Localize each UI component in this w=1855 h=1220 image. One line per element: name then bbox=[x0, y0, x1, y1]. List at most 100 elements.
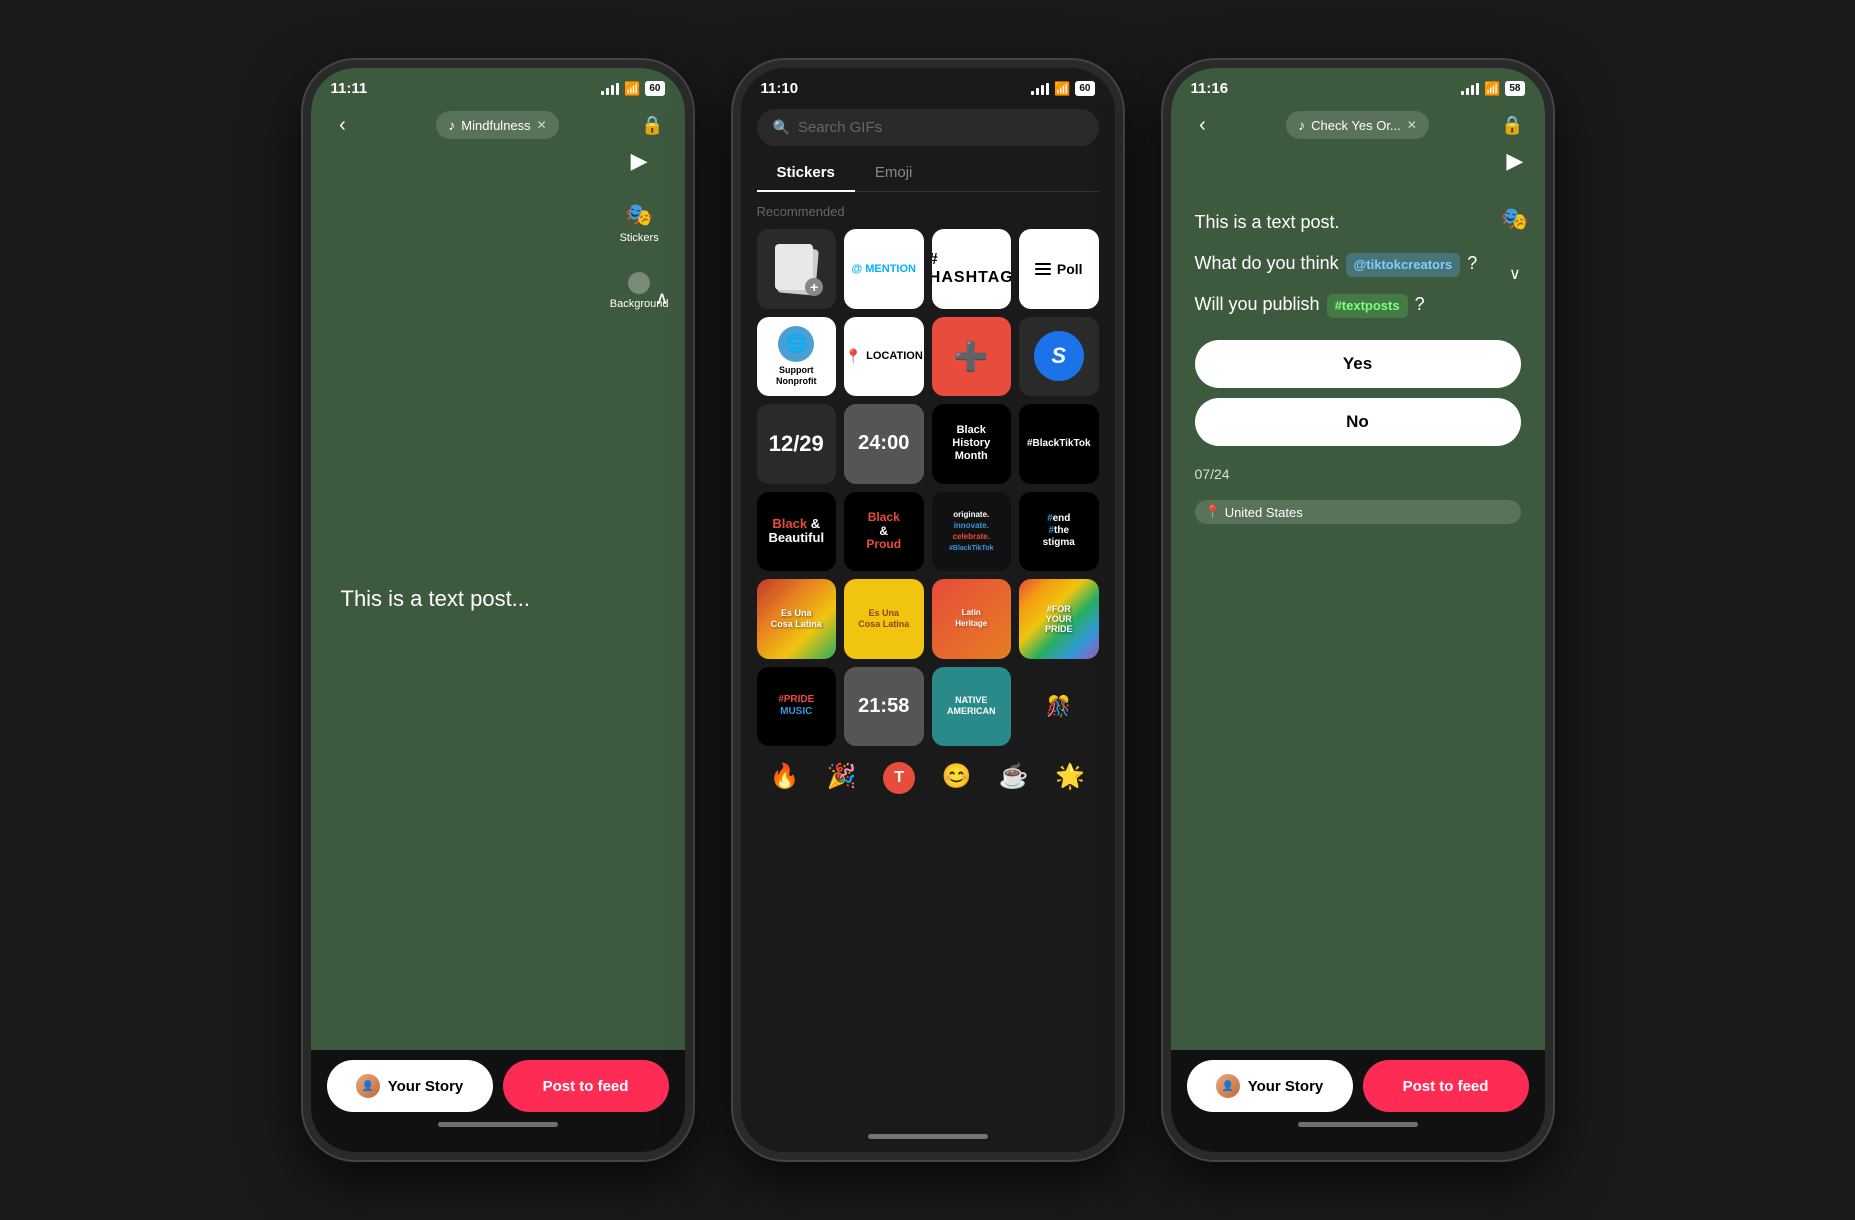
your-story-label-1: Your Story bbox=[388, 1078, 464, 1095]
sticker-mention-2[interactable]: @ MENTION bbox=[844, 229, 924, 309]
sticker-hashtag-2[interactable]: # HASHTAG bbox=[932, 229, 1012, 309]
stickers-button-1[interactable]: 🎭 Stickers bbox=[620, 202, 659, 244]
music-tag-close-1[interactable]: ✕ bbox=[537, 118, 547, 132]
phone-2: 11:10 📶 60 🔍 Search GIFs Stickers bbox=[733, 60, 1123, 1160]
lock-button-1[interactable]: 🔒 bbox=[637, 109, 669, 141]
sticker-date-2[interactable]: 12/29 bbox=[757, 404, 837, 484]
emoji-t-2[interactable]: T bbox=[883, 762, 915, 794]
poll-yes-button-3[interactable]: Yes bbox=[1195, 340, 1521, 388]
avatar-1: 👤 bbox=[356, 1074, 380, 1098]
status-icons-3: 📶 58 bbox=[1461, 81, 1524, 97]
tiktok-tag-3[interactable]: @tiktokcreators bbox=[1346, 253, 1461, 277]
home-bar-1 bbox=[438, 1122, 558, 1127]
your-story-button-1[interactable]: 👤 Your Story bbox=[327, 1060, 493, 1112]
location-label-3: United States bbox=[1225, 505, 1303, 520]
sticker-bp-2[interactable]: Black&Proud bbox=[844, 492, 924, 572]
status-bar-2: 11:10 📶 60 bbox=[741, 68, 1115, 101]
search-icon-2: 🔍 bbox=[773, 119, 790, 136]
back-button-3[interactable]: ‹ bbox=[1187, 109, 1219, 141]
sticker-grid-2: + @ MENTION # HASHTAG bbox=[757, 229, 1099, 746]
home-bar-3 bbox=[1298, 1122, 1418, 1127]
time-3: 11:16 bbox=[1191, 80, 1229, 97]
tab-stickers-2[interactable]: Stickers bbox=[757, 154, 855, 191]
wifi-icon-3: 📶 bbox=[1484, 81, 1500, 97]
home-bar-2 bbox=[868, 1134, 988, 1139]
play-icon-1: ▶ bbox=[631, 148, 648, 174]
music-tag-1[interactable]: ♪ Mindfulness ✕ bbox=[436, 111, 558, 139]
sticker-native-2[interactable]: NATIVEAMERICAN bbox=[932, 667, 1012, 747]
status-bar-1: 11:11 📶 60 bbox=[311, 68, 685, 101]
emoji-coffee-2[interactable]: ☕ bbox=[999, 762, 1029, 794]
signal-icon-1 bbox=[601, 83, 619, 95]
chevron-down-icon-3: ∨ bbox=[1509, 264, 1521, 284]
tab-row-2: Stickers Emoji bbox=[757, 154, 1099, 192]
location-tag-3: 📍 United States bbox=[1195, 500, 1521, 524]
emoji-smile-2[interactable]: 😊 bbox=[942, 762, 972, 794]
sticker-blacktiktok-2[interactable]: #BlackTikTok bbox=[1019, 404, 1099, 484]
textposts-tag-3[interactable]: #textposts bbox=[1327, 294, 1408, 318]
sticker-decorative-2[interactable]: 🎊 bbox=[1019, 667, 1099, 747]
post-text-1[interactable]: This is a text post... bbox=[341, 584, 531, 615]
sticker-poll-2[interactable]: Poll bbox=[1019, 229, 1099, 309]
poll-date-3: 07/24 bbox=[1195, 466, 1521, 482]
your-story-label-3: Your Story bbox=[1248, 1078, 1324, 1095]
sticker-shazam-2[interactable]: S bbox=[1019, 317, 1099, 397]
side-toolbar-1: ▶ 🎭 Stickers Background bbox=[610, 148, 669, 310]
home-indicator-2 bbox=[741, 1128, 1115, 1152]
music-tag-label-3: Check Yes Or... bbox=[1311, 118, 1401, 133]
emoji-confetti-2[interactable]: 🎉 bbox=[827, 762, 857, 794]
sticker-location-2[interactable]: 📍 LOCATION bbox=[844, 317, 924, 397]
sticker-originate-2[interactable]: originate. innovate. celebrate. #BlackTi… bbox=[932, 492, 1012, 572]
sticker-bhm-2[interactable]: BlackHistoryMonth bbox=[932, 404, 1012, 484]
poll-line1-3: This is a text post. bbox=[1195, 209, 1521, 236]
emoji-sun-2[interactable]: 🌟 bbox=[1055, 762, 1085, 794]
emoji-fire-2[interactable]: 🔥 bbox=[770, 762, 800, 794]
stickers-icon-1: 🎭 bbox=[625, 202, 652, 228]
sticker-cosa-latina-2[interactable]: Es UnaCosa Latina bbox=[757, 579, 837, 659]
sticker-bnb-2[interactable]: Black &Beautiful bbox=[757, 492, 837, 572]
phone-3: 11:16 📶 58 ‹ ♪ Check Yes Or... ✕ 🔒 bbox=[1163, 60, 1553, 1160]
sticker-time2-2[interactable]: 21:58 bbox=[844, 667, 924, 747]
search-container-2: 🔍 Search GIFs bbox=[741, 101, 1115, 154]
side-toolbar-3: ▶ 🎭 ∨ bbox=[1501, 148, 1528, 284]
section-label-2: Recommended bbox=[757, 204, 1099, 219]
music-tag-3[interactable]: ♪ Check Yes Or... ✕ bbox=[1286, 111, 1429, 139]
home-indicator-3 bbox=[1187, 1112, 1529, 1136]
bottom-bar-3: 👤 Your Story Post to feed bbox=[1171, 1050, 1545, 1152]
post-feed-button-1[interactable]: Post to feed bbox=[503, 1060, 669, 1112]
collapse-button-1[interactable]: ∧ bbox=[655, 288, 668, 309]
back-button-1[interactable]: ‹ bbox=[327, 109, 359, 141]
your-story-button-3[interactable]: 👤 Your Story bbox=[1187, 1060, 1353, 1112]
bottom-bar-1: 👤 Your Story Post to feed bbox=[311, 1050, 685, 1152]
top-toolbar-3: ‹ ♪ Check Yes Or... ✕ 🔒 bbox=[1171, 101, 1545, 149]
signal-icon-2 bbox=[1031, 83, 1049, 95]
music-tag-label-1: Mindfulness bbox=[461, 118, 530, 133]
music-note-icon-1: ♪ bbox=[448, 117, 455, 133]
sticker-latin-heritage-2[interactable]: LatinHeritage bbox=[932, 579, 1012, 659]
time-1: 11:11 bbox=[331, 80, 368, 97]
battery-3: 58 bbox=[1505, 81, 1524, 96]
tab-emoji-2[interactable]: Emoji bbox=[855, 154, 933, 191]
video-button-3[interactable]: ▶ bbox=[1506, 148, 1523, 174]
sticker-support-2[interactable]: 🌐 SupportNonprofit bbox=[757, 317, 837, 397]
chevron-button-3[interactable]: ∨ bbox=[1509, 264, 1521, 284]
search-bar-2[interactable]: 🔍 Search GIFs bbox=[757, 109, 1099, 146]
status-bar-3: 11:16 📶 58 bbox=[1171, 68, 1545, 101]
lock-button-3[interactable]: 🔒 bbox=[1496, 109, 1528, 141]
sticker-time-2[interactable]: 24:00 bbox=[844, 404, 924, 484]
emoji-row-2: 🔥 🎉 T 😊 ☕ 🌟 bbox=[757, 754, 1099, 802]
poll-line2-3: What do you think @tiktokcreators ? bbox=[1195, 250, 1521, 277]
sticker-foryourpride-2[interactable]: #FORYOURPRIDE bbox=[1019, 579, 1099, 659]
poll-no-button-3[interactable]: No bbox=[1195, 398, 1521, 446]
video-button-1[interactable]: ▶ bbox=[631, 148, 648, 174]
music-tag-close-3[interactable]: ✕ bbox=[1407, 118, 1417, 132]
sticker-pride-music-2[interactable]: #PRIDE MUSIC bbox=[757, 667, 837, 747]
sticker-medical-2[interactable]: ➕ bbox=[932, 317, 1012, 397]
wifi-icon-2: 📶 bbox=[1054, 81, 1070, 97]
post-feed-button-3[interactable]: Post to feed bbox=[1363, 1060, 1529, 1112]
stickers-button-3[interactable]: 🎭 bbox=[1501, 206, 1528, 232]
status-icons-1: 📶 60 bbox=[601, 81, 664, 97]
sticker-endthestigma-2[interactable]: #end #the stigma bbox=[1019, 492, 1099, 572]
sticker-add-2[interactable]: + bbox=[757, 229, 837, 309]
sticker-cosa-latina2-2[interactable]: Es UnaCosa Latina bbox=[844, 579, 924, 659]
